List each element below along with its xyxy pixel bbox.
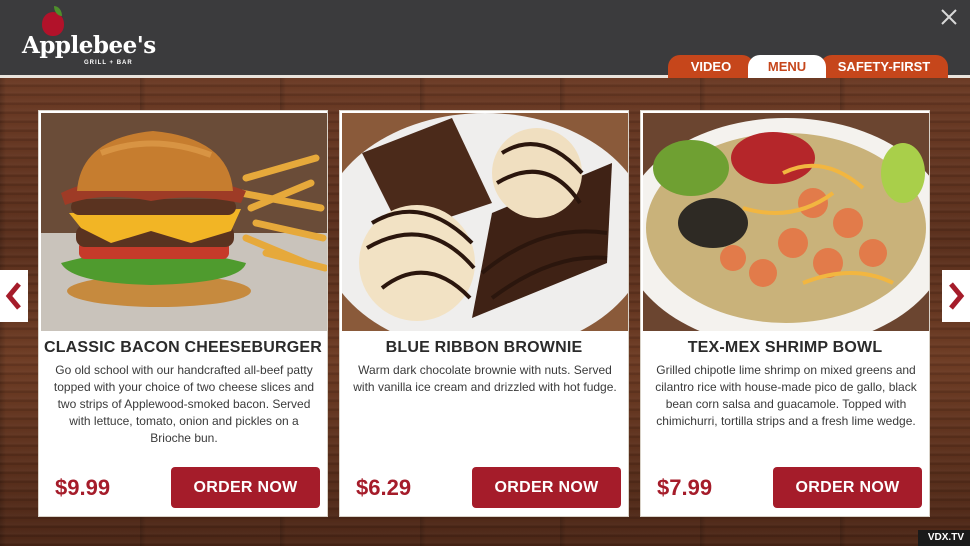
brownie-photo <box>342 113 628 331</box>
card-price: $6.29 <box>356 475 412 500</box>
close-icon[interactable] <box>938 6 960 28</box>
card-description: Grilled chipotle lime shrimp on mixed gr… <box>655 363 917 428</box>
header-bar: Applebee's GRILL + BAR VIDEO MENU SAFETY… <box>0 0 970 78</box>
card-price: $9.99 <box>55 475 111 500</box>
brand-name: Applebee's <box>22 32 156 59</box>
card-title: TEX-MEX SHRIMP BOWL <box>687 339 883 356</box>
brand-logo: Applebee's GRILL + BAR <box>22 6 156 70</box>
tab-bar: VIDEO MENU SAFETY-FIRST <box>668 55 948 78</box>
watermark: VDX.TV <box>917 530 970 546</box>
chevron-left-icon <box>5 282 21 310</box>
cheeseburger-photo <box>41 113 327 331</box>
menu-card-cheeseburger: CLASSIC BACON CHEESEBURGER Go old school… <box>38 110 328 517</box>
chevron-right-icon <box>949 282 965 310</box>
card-title: CLASSIC BACON CHEESEBURGER <box>43 339 323 356</box>
card-description: Warm dark chocolate brownie with nuts. S… <box>353 363 617 394</box>
carousel-next-button[interactable] <box>942 270 970 322</box>
order-now-button[interactable]: ORDER NOW <box>773 467 922 508</box>
tab-safety-first[interactable]: SAFETY-FIRST <box>820 55 948 78</box>
card-price: $7.99 <box>657 475 713 500</box>
card-title: BLUE RIBBON BROWNIE <box>385 339 583 356</box>
tab-video[interactable]: VIDEO <box>668 55 754 78</box>
card-description: Go old school with our handcrafted all-b… <box>53 363 315 445</box>
order-now-button[interactable]: ORDER NOW <box>171 467 320 508</box>
order-now-button[interactable]: ORDER NOW <box>472 467 621 508</box>
menu-card-brownie: BLUE RIBBON BROWNIE Warm dark chocolate … <box>339 110 629 517</box>
menu-card-shrimp-bowl: TEX-MEX SHRIMP BOWL Grilled chipotle lim… <box>640 110 930 517</box>
carousel-prev-button[interactable] <box>0 270 28 322</box>
tab-menu[interactable]: MENU <box>748 55 826 78</box>
brand-tagline: GRILL + BAR <box>84 60 133 66</box>
shrimp-bowl-photo <box>643 113 929 331</box>
